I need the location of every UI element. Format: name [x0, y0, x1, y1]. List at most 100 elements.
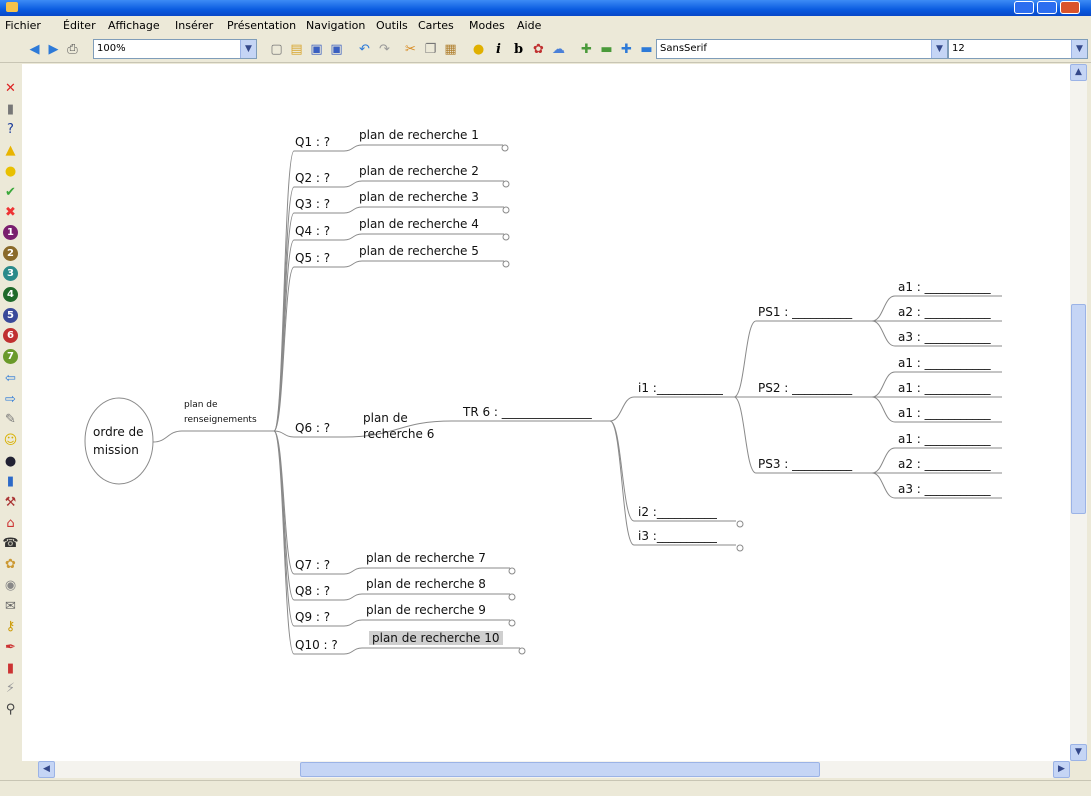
maximize-button[interactable]	[1037, 1, 1057, 14]
plus-green-icon[interactable]: ✚	[578, 41, 595, 58]
fold-indicator[interactable]	[736, 520, 744, 528]
pen-icon[interactable]: ✒	[2, 639, 19, 656]
ps-node-1[interactable]: PS1 : __________	[758, 305, 852, 319]
priority-6-icon[interactable]: 6	[3, 328, 18, 344]
magic-wand-icon[interactable]: ⚡	[2, 680, 19, 697]
attribute-node[interactable]: a1 : ___________	[898, 432, 991, 446]
menu-modes[interactable]: Modes	[469, 19, 505, 32]
attribute-node[interactable]: a1 : ___________	[898, 356, 991, 370]
question-node-q5[interactable]: Q5 : ?	[295, 251, 330, 265]
plan-node-2[interactable]: plan de recherche 2	[359, 164, 479, 178]
question-node-q2[interactable]: Q2 : ?	[295, 171, 330, 185]
menu-fichier[interactable]: Fichier	[5, 19, 41, 32]
arrow-right-icon[interactable]: ⇨	[2, 391, 19, 408]
cut-icon[interactable]: ✂	[402, 41, 419, 58]
pencil-icon[interactable]: ✎	[2, 411, 19, 428]
cloud-color-icon[interactable]: ✿	[530, 41, 547, 58]
print-icon[interactable]: ⎙	[64, 41, 81, 58]
disc-icon[interactable]: ◉	[2, 577, 19, 594]
attribute-node[interactable]: a2 : ___________	[898, 305, 991, 319]
horizontal-scroll-thumb[interactable]	[300, 762, 820, 777]
minimize-button[interactable]	[1014, 1, 1034, 14]
question-node-q6[interactable]: Q6 : ?	[295, 421, 330, 435]
chevron-down-icon[interactable]: ▼	[1071, 40, 1087, 58]
bold-icon[interactable]: b	[510, 41, 527, 58]
new-map-icon[interactable]: ▢	[268, 41, 285, 58]
save-icon[interactable]: ▣	[308, 41, 325, 58]
plan-node-10[interactable]: plan de recherche 10	[369, 631, 503, 645]
plan-renseignements-label[interactable]: plan de	[184, 400, 218, 410]
key-icon[interactable]: ⚷	[2, 618, 19, 635]
phone-icon[interactable]: ☎	[2, 535, 19, 552]
priority-2-icon[interactable]: 2	[3, 245, 18, 261]
forward-icon[interactable]: ▶	[45, 41, 62, 58]
home-icon[interactable]: ⌂	[2, 515, 19, 532]
traffic-light-icon[interactable]: ▮	[2, 660, 19, 677]
hammer-icon[interactable]: ⚒	[2, 494, 19, 511]
fold-indicator[interactable]	[501, 144, 509, 152]
plan-node-4[interactable]: plan de recherche 4	[359, 217, 479, 231]
fold-indicator[interactable]	[508, 567, 516, 575]
root-node-label[interactable]: ordre de	[93, 425, 144, 439]
redo-icon[interactable]: ↷	[376, 41, 393, 58]
scroll-left-button[interactable]: ◀	[38, 761, 55, 778]
close-icon[interactable]: ✕	[2, 80, 19, 97]
horizontal-scrollbar[interactable]: ◀ ▶	[38, 761, 1070, 778]
attribute-node[interactable]: a3 : ___________	[898, 482, 991, 496]
priority-7-icon[interactable]: 7	[3, 349, 18, 365]
smiley-icon[interactable]: ☺	[2, 432, 19, 449]
book-icon[interactable]: ▮	[2, 473, 19, 490]
menu-editer[interactable]: Éditer	[63, 19, 96, 32]
question-node-q7[interactable]: Q7 : ?	[295, 558, 330, 572]
priority-4-icon[interactable]: 4	[3, 287, 18, 302]
arrow-left-icon[interactable]: ⇦	[2, 370, 19, 387]
plan-renseignements-label[interactable]: renseignements	[184, 415, 257, 425]
fold-indicator[interactable]	[502, 233, 510, 241]
fold-indicator[interactable]	[736, 544, 744, 552]
fold-indicator[interactable]	[502, 180, 510, 188]
menu-aide[interactable]: Aide	[517, 19, 541, 32]
plan-node-3[interactable]: plan de recherche 3	[359, 190, 479, 204]
plan-node-7[interactable]: plan de recherche 7	[366, 551, 486, 565]
vertical-scroll-thumb[interactable]	[1071, 304, 1086, 514]
priority-5-icon[interactable]: 5	[3, 307, 18, 323]
indice-node-i2[interactable]: i2 :__________	[638, 505, 717, 519]
menu-navigation[interactable]: Navigation	[306, 19, 365, 32]
open-icon[interactable]: ▤	[288, 41, 305, 58]
question-node-q4[interactable]: Q4 : ?	[295, 224, 330, 238]
scroll-down-button[interactable]: ▼	[1070, 744, 1087, 761]
font-family-select[interactable]: SansSerif ▼	[656, 39, 948, 59]
ps-node-3[interactable]: PS3 : __________	[758, 457, 852, 471]
scroll-up-button[interactable]: ▲	[1070, 64, 1087, 81]
indice-node-i3[interactable]: i3 :__________	[638, 529, 717, 543]
minus-green-icon[interactable]: ▬	[598, 41, 615, 58]
lightbulb-icon[interactable]: ●	[2, 163, 19, 180]
zoom-select[interactable]: 100% ▼	[93, 39, 257, 59]
attribute-node[interactable]: a1 : ___________	[898, 381, 991, 395]
root-node-label[interactable]: mission	[93, 443, 139, 457]
paste-icon[interactable]: ▦	[442, 41, 459, 58]
magnifier-icon[interactable]: ⚲	[2, 701, 19, 718]
priority-3-icon[interactable]: 3	[3, 266, 18, 282]
cloud-icon[interactable]: ☁	[550, 41, 567, 58]
mail-icon[interactable]: ✉	[2, 598, 19, 615]
attribute-node[interactable]: a3 : ___________	[898, 330, 991, 344]
chevron-down-icon[interactable]: ▼	[931, 40, 947, 58]
bomb-icon[interactable]: ●	[2, 453, 19, 470]
plan-node-5[interactable]: plan de recherche 5	[359, 244, 479, 258]
plan-node-6[interactable]: plan de recherche 6	[363, 410, 434, 442]
menu-presentation[interactable]: Présentation	[227, 19, 296, 32]
minus-blue-icon[interactable]: ▬	[638, 41, 655, 58]
copy-icon[interactable]: ❐	[422, 41, 439, 58]
plan-node-1[interactable]: plan de recherche 1	[359, 128, 479, 142]
menu-outils[interactable]: Outils	[376, 19, 408, 32]
question-node-q3[interactable]: Q3 : ?	[295, 197, 330, 211]
plus-blue-icon[interactable]: ✚	[618, 41, 635, 58]
checkmark-icon[interactable]: ✔	[2, 184, 19, 201]
scroll-right-button[interactable]: ▶	[1053, 761, 1070, 778]
menu-affichage[interactable]: Affichage	[108, 19, 160, 32]
lightbulb-icon[interactable]: ●	[470, 41, 487, 58]
tr6-node[interactable]: TR 6 : _______________	[463, 405, 592, 419]
menu-inserer[interactable]: Insérer	[175, 19, 213, 32]
attribute-node[interactable]: a1 : ___________	[898, 406, 991, 420]
